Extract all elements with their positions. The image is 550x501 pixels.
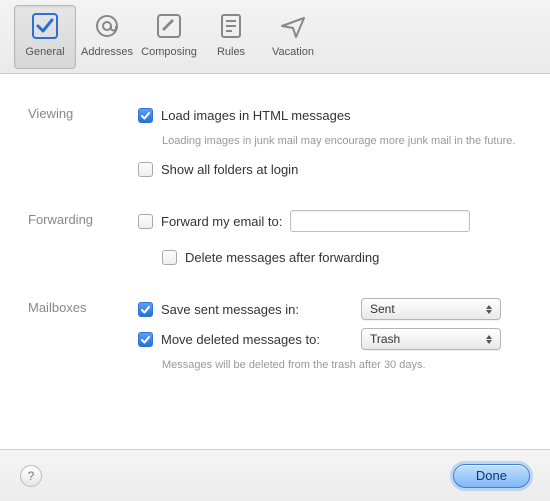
general-icon xyxy=(28,9,62,43)
updown-icon xyxy=(482,299,496,319)
dialog-footer: ? Done xyxy=(0,449,550,501)
delete-after-forward-checkbox[interactable] xyxy=(162,250,177,265)
updown-icon xyxy=(482,329,496,349)
done-button[interactable]: Done xyxy=(453,464,530,488)
section-heading: Forwarding xyxy=(28,210,138,276)
move-deleted-value: Trash xyxy=(370,332,400,346)
done-label: Done xyxy=(476,468,507,483)
save-sent-value: Sent xyxy=(370,302,395,316)
load-images-label: Load images in HTML messages xyxy=(161,108,351,123)
compose-icon xyxy=(152,9,186,43)
mailboxes-hint: Messages will be deleted from the trash … xyxy=(162,358,522,372)
forward-email-input[interactable] xyxy=(290,210,470,232)
tab-addresses[interactable]: Addresses xyxy=(76,5,138,69)
tab-general[interactable]: General xyxy=(14,5,76,69)
load-images-hint: Loading images in junk mail may encourag… xyxy=(162,134,522,148)
mailboxes-section: Mailboxes Save sent messages in: Sent Mo… xyxy=(28,298,522,382)
viewing-section: Viewing Load images in HTML messages Loa… xyxy=(28,104,522,188)
tab-rules[interactable]: Rules xyxy=(200,5,262,69)
tab-label: Addresses xyxy=(81,46,133,58)
preferences-toolbar: General Addresses Composing xyxy=(0,0,550,74)
tab-label: Vacation xyxy=(272,46,314,58)
save-sent-select[interactable]: Sent xyxy=(361,298,501,320)
tab-vacation[interactable]: Vacation xyxy=(262,5,324,69)
section-heading: Mailboxes xyxy=(28,298,138,382)
tab-label: General xyxy=(25,46,64,58)
forward-email-label: Forward my email to: xyxy=(161,214,282,229)
move-deleted-label: Move deleted messages to: xyxy=(161,332,341,347)
help-button[interactable]: ? xyxy=(20,465,42,487)
help-icon: ? xyxy=(28,469,35,483)
at-icon xyxy=(90,9,124,43)
delete-after-forward-label: Delete messages after forwarding xyxy=(185,250,379,265)
section-heading: Viewing xyxy=(28,104,138,188)
show-all-folders-label: Show all folders at login xyxy=(161,162,298,177)
move-deleted-select[interactable]: Trash xyxy=(361,328,501,350)
tab-label: Rules xyxy=(217,46,245,58)
save-sent-label: Save sent messages in: xyxy=(161,302,341,317)
load-images-checkbox[interactable] xyxy=(138,108,153,123)
forward-email-checkbox[interactable] xyxy=(138,214,153,229)
tab-label: Composing xyxy=(141,46,197,58)
airplane-icon xyxy=(276,9,310,43)
move-deleted-checkbox[interactable] xyxy=(138,332,153,347)
forwarding-section: Forwarding Forward my email to: Delete m… xyxy=(28,210,522,276)
save-sent-checkbox[interactable] xyxy=(138,302,153,317)
tab-composing[interactable]: Composing xyxy=(138,5,200,69)
general-pane: Viewing Load images in HTML messages Loa… xyxy=(0,74,550,413)
show-all-folders-checkbox[interactable] xyxy=(138,162,153,177)
rules-icon xyxy=(214,9,248,43)
